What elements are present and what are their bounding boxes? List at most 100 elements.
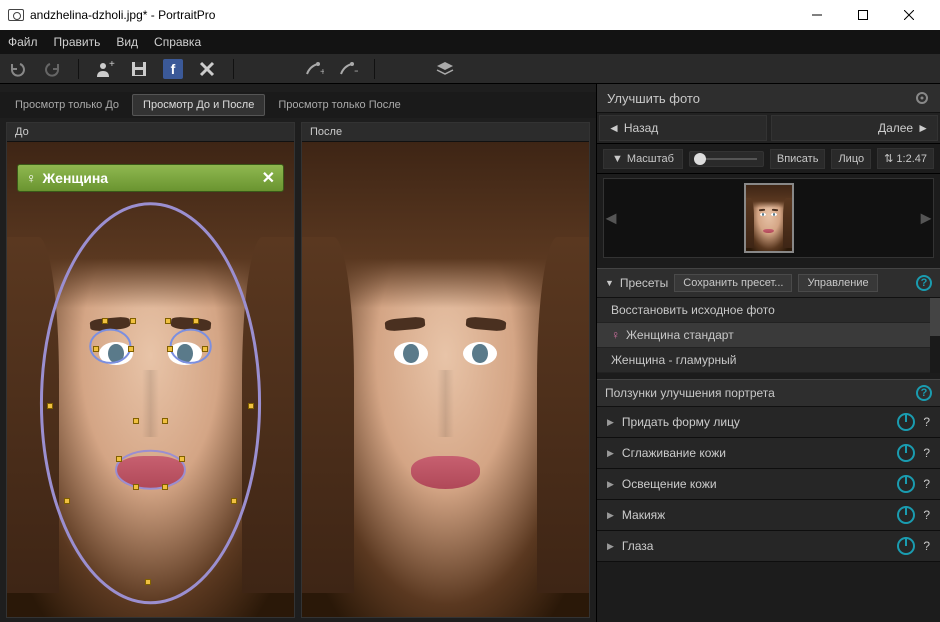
chevron-down-icon: ▼ bbox=[612, 153, 623, 165]
svg-text:+: + bbox=[109, 60, 115, 70]
help-icon[interactable]: ? bbox=[923, 415, 930, 429]
gender-badge-close[interactable]: ✕ bbox=[262, 168, 275, 188]
lock-icon: ⇅ bbox=[884, 153, 893, 165]
preset-female-glamour[interactable]: Женщина - гламурный bbox=[597, 348, 940, 373]
presets-label: Пресеты bbox=[620, 276, 668, 290]
settings-gear-icon[interactable] bbox=[914, 90, 930, 106]
slider-eyes[interactable]: ▶ Глаза ? bbox=[597, 531, 940, 562]
power-toggle-icon[interactable] bbox=[897, 413, 915, 431]
minimize-icon bbox=[812, 10, 822, 20]
menu-edit[interactable]: Править bbox=[54, 35, 101, 49]
help-icon[interactable]: ? bbox=[923, 477, 930, 491]
presets-header[interactable]: ▼ Пресеты Сохранить пресет... Управление… bbox=[597, 268, 940, 298]
zoom-dropdown[interactable]: ▼ Масштаб bbox=[603, 149, 683, 169]
facebook-icon: f bbox=[163, 59, 183, 79]
sliders-list: ▶ Придать форму лицу ? ▶ Сглаживание кож… bbox=[597, 407, 940, 562]
female-symbol-icon: ♀ bbox=[611, 328, 620, 342]
before-label: До bbox=[7, 123, 294, 142]
cancel-button[interactable] bbox=[197, 59, 217, 79]
toolbar: + f + − bbox=[0, 54, 940, 84]
tab-before-after[interactable]: Просмотр До и После bbox=[132, 94, 265, 116]
power-toggle-icon[interactable] bbox=[897, 537, 915, 555]
undo-button[interactable] bbox=[8, 59, 28, 79]
nav-next-label: Далее bbox=[878, 121, 913, 135]
zoom-fit-button[interactable]: Вписать bbox=[770, 149, 826, 169]
slider-skin-lighting[interactable]: ▶ Освещение кожи ? bbox=[597, 469, 940, 500]
slider-skin-smoothing[interactable]: ▶ Сглаживание кожи ? bbox=[597, 438, 940, 469]
thumb-next-button[interactable]: ► bbox=[919, 179, 933, 257]
brush-plus-button[interactable]: + bbox=[304, 59, 324, 79]
menu-view[interactable]: Вид bbox=[116, 35, 138, 49]
chevron-left-icon: ◄ bbox=[608, 121, 620, 135]
female-symbol-icon: ♀ bbox=[26, 170, 37, 186]
thumb-prev-button[interactable]: ◄ bbox=[604, 179, 618, 257]
help-icon[interactable]: ? bbox=[923, 508, 930, 522]
zoom-face-button[interactable]: Лицо bbox=[831, 149, 871, 169]
power-toggle-icon[interactable] bbox=[897, 475, 915, 493]
presets-scrollbar[interactable] bbox=[930, 298, 940, 373]
gender-badge: ♀ Женщина ✕ bbox=[17, 164, 284, 192]
menu-help[interactable]: Справка bbox=[154, 35, 201, 49]
app-icon bbox=[8, 9, 24, 21]
layers-button[interactable] bbox=[435, 59, 455, 79]
nav-next-button[interactable]: Далее ► bbox=[771, 115, 939, 141]
svg-text:+: + bbox=[320, 67, 324, 77]
sliders-title: Ползунки улучшения портрета bbox=[605, 386, 775, 400]
zoom-ratio-display[interactable]: ⇅ 1:2.47 bbox=[877, 148, 934, 169]
controls-header: Улучшить фото bbox=[597, 84, 940, 113]
save-preset-button[interactable]: Сохранить пресет... bbox=[674, 274, 792, 292]
svg-text:−: − bbox=[354, 64, 358, 77]
slider-face-shape[interactable]: ▶ Придать форму лицу ? bbox=[597, 407, 940, 438]
nav-back-label: Назад bbox=[624, 121, 658, 135]
gender-text: Женщина bbox=[43, 170, 109, 186]
nav-back-button[interactable]: ◄ Назад bbox=[599, 115, 767, 141]
manage-presets-button[interactable]: Управление bbox=[798, 274, 877, 292]
presets-list: Восстановить исходное фото ♀Женщина стан… bbox=[597, 298, 940, 373]
chevron-right-icon: ▶ bbox=[607, 448, 614, 459]
chevron-down-icon: ▼ bbox=[605, 278, 614, 288]
save-button[interactable] bbox=[129, 59, 149, 79]
zoom-slider[interactable] bbox=[689, 151, 764, 167]
after-image[interactable] bbox=[302, 142, 589, 617]
tab-before-only[interactable]: Просмотр только До bbox=[4, 94, 130, 116]
power-toggle-icon[interactable] bbox=[897, 506, 915, 524]
appname-text: PortraitPro bbox=[158, 8, 215, 22]
preset-restore-original[interactable]: Восстановить исходное фото bbox=[597, 298, 940, 323]
face-outline-overlay bbox=[7, 142, 294, 617]
help-icon[interactable]: ? bbox=[916, 385, 932, 401]
share-facebook-button[interactable]: f bbox=[163, 59, 183, 79]
menubar: Файл Править Вид Справка bbox=[0, 30, 940, 54]
close-button[interactable] bbox=[886, 0, 932, 30]
maximize-icon bbox=[858, 10, 868, 20]
after-label: После bbox=[302, 123, 589, 142]
after-panel: После bbox=[301, 122, 590, 618]
redo-button[interactable] bbox=[42, 59, 62, 79]
sliders-header: Ползунки улучшения портрета ? bbox=[597, 379, 940, 407]
thumbnail-strip: ◄ ► bbox=[603, 178, 934, 258]
controls-title: Улучшить фото bbox=[607, 91, 700, 106]
thumbnail-image[interactable] bbox=[744, 183, 794, 253]
tab-after-only[interactable]: Просмотр только После bbox=[267, 94, 411, 116]
add-person-button[interactable]: + bbox=[95, 59, 115, 79]
chevron-right-icon: ▶ bbox=[607, 541, 614, 552]
preset-female-standard[interactable]: ♀Женщина стандарт bbox=[597, 323, 940, 348]
menu-file[interactable]: Файл bbox=[8, 35, 38, 49]
filename-text: andzhelina-dzholi.jpg* bbox=[30, 8, 147, 22]
before-image[interactable]: ♀ Женщина ✕ bbox=[7, 142, 294, 617]
help-icon[interactable]: ? bbox=[923, 539, 930, 553]
view-tabs: Просмотр только До Просмотр До и После П… bbox=[0, 92, 596, 118]
controls-pane: Улучшить фото ◄ Назад Далее ► ▼ Масштаб bbox=[596, 84, 940, 622]
brush-minus-button[interactable]: − bbox=[338, 59, 358, 79]
zoom-row: ▼ Масштаб Вписать Лицо ⇅ 1:2.47 bbox=[597, 144, 940, 174]
help-icon[interactable]: ? bbox=[916, 275, 932, 291]
chevron-right-icon: ► bbox=[917, 121, 929, 135]
window-title: andzhelina-dzholi.jpg* - PortraitPro bbox=[30, 8, 794, 22]
before-panel: До bbox=[6, 122, 295, 618]
help-icon[interactable]: ? bbox=[923, 446, 930, 460]
chevron-right-icon: ▶ bbox=[607, 479, 614, 490]
slider-makeup[interactable]: ▶ Макияж ? bbox=[597, 500, 940, 531]
maximize-button[interactable] bbox=[840, 0, 886, 30]
image-compare-pane: Просмотр только До Просмотр До и После П… bbox=[0, 84, 596, 622]
minimize-button[interactable] bbox=[794, 0, 840, 30]
chevron-right-icon: ▶ bbox=[607, 510, 614, 521]
